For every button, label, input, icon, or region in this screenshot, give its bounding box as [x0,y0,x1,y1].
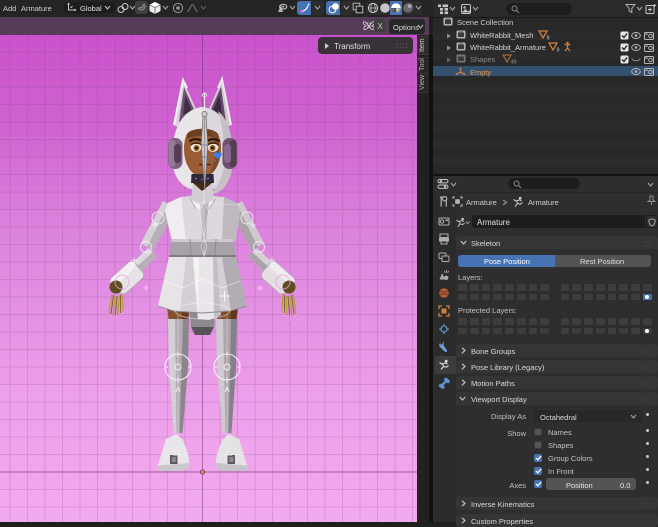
svg-text:9: 9 [547,36,550,41]
svg-text:49: 49 [511,60,517,65]
svg-text:9: 9 [557,48,560,53]
